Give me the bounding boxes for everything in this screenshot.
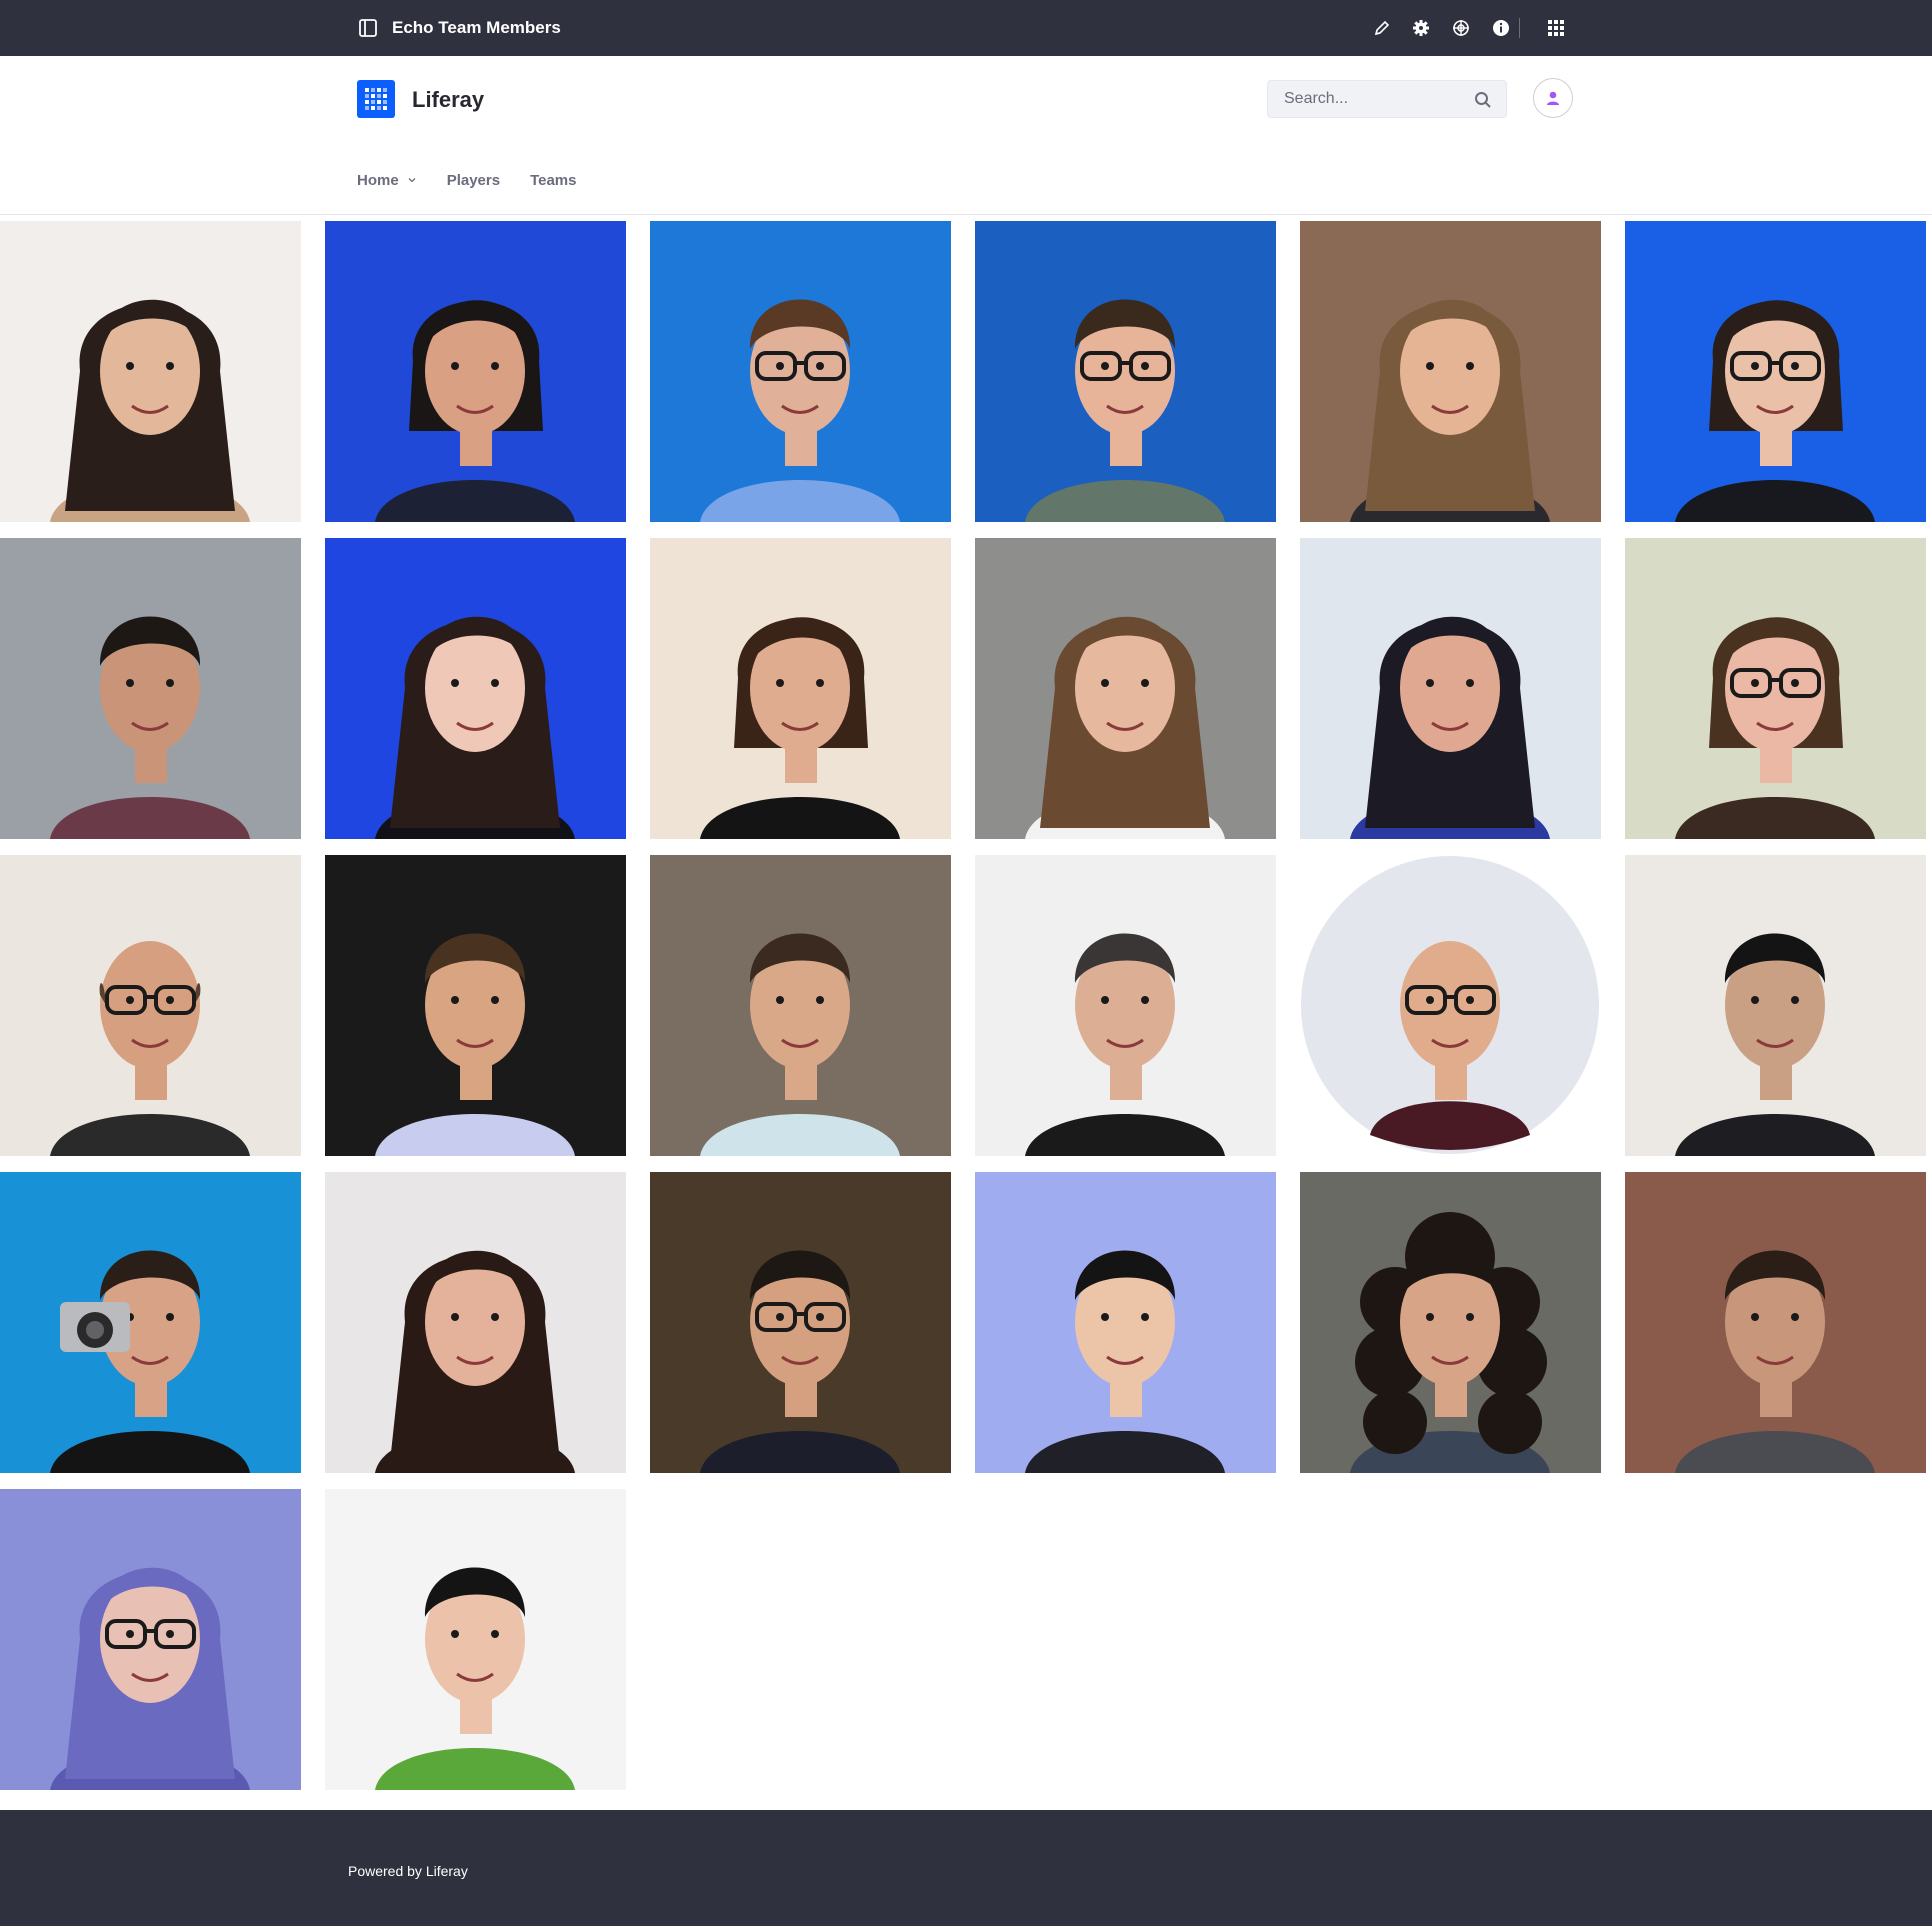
search-box — [1267, 80, 1507, 118]
portrait-image — [0, 855, 301, 1156]
member-photo[interactable] — [0, 538, 301, 839]
portrait-image — [975, 1172, 1276, 1473]
liferay-logo-icon[interactable] — [357, 80, 395, 118]
member-photo[interactable] — [1300, 221, 1601, 522]
apps-grid-icon[interactable] — [1544, 16, 1568, 40]
member-photo[interactable] — [975, 1172, 1276, 1473]
member-photo[interactable] — [1625, 1172, 1926, 1473]
nav-item-teams[interactable]: Teams — [530, 166, 576, 196]
member-photo[interactable] — [325, 1489, 626, 1790]
portrait-image — [325, 538, 626, 839]
member-photo[interactable] — [975, 221, 1276, 522]
member-photo[interactable] — [975, 855, 1276, 1156]
member-photo[interactable] — [650, 538, 951, 839]
portrait-image — [1625, 538, 1926, 839]
main-nav: Home Players Teams — [357, 166, 607, 196]
member-photo[interactable] — [325, 221, 626, 522]
member-photo[interactable] — [1625, 855, 1926, 1156]
portrait-image — [650, 1172, 951, 1473]
info-icon[interactable] — [1489, 16, 1513, 40]
portrait-image — [975, 855, 1276, 1156]
member-photo[interactable] — [650, 855, 951, 1156]
nav-item-players[interactable]: Players — [447, 166, 500, 196]
gear-icon[interactable] — [1409, 16, 1433, 40]
portrait-image — [975, 538, 1276, 839]
control-menu-divider — [1519, 18, 1520, 38]
member-photo[interactable] — [1625, 538, 1926, 839]
portrait-image — [650, 538, 951, 839]
nav-item-home[interactable]: Home — [357, 166, 417, 196]
member-photo[interactable] — [325, 538, 626, 839]
site-footer: Powered by Liferay — [0, 1810, 1932, 1926]
user-avatar[interactable] — [1533, 78, 1573, 118]
member-photo[interactable] — [650, 1172, 951, 1473]
portrait-image — [0, 1172, 301, 1473]
member-photo[interactable] — [0, 1172, 301, 1473]
nav-item-label: Players — [446, 172, 501, 189]
portrait-image — [1300, 221, 1601, 522]
search-icon[interactable] — [1474, 91, 1492, 109]
member-photo[interactable] — [0, 221, 301, 522]
member-photo[interactable] — [1625, 221, 1926, 522]
portrait-image — [0, 538, 301, 839]
pencil-icon[interactable] — [1370, 16, 1394, 40]
portrait-image — [1300, 538, 1601, 839]
portrait-image — [325, 1172, 626, 1473]
portrait-image — [0, 1489, 301, 1790]
portrait-image — [1625, 1172, 1926, 1473]
footer-text: Powered by Liferay — [348, 1863, 468, 1879]
member-photo[interactable] — [325, 855, 626, 1156]
portrait-image — [1300, 1172, 1601, 1473]
member-photo[interactable] — [0, 1489, 301, 1790]
portrait-image — [325, 221, 626, 522]
member-photo[interactable] — [1300, 538, 1601, 839]
page-title: Echo Team Members — [392, 18, 561, 37]
search-input[interactable] — [1268, 81, 1484, 117]
site-header: Liferay Home Players Teams — [0, 56, 1932, 215]
nav-item-label: Home — [357, 172, 399, 189]
portrait-image — [1625, 221, 1926, 522]
nav-item-label: Teams — [530, 172, 577, 189]
portrait-image — [1625, 855, 1926, 1156]
user-icon — [1547, 91, 1559, 105]
portrait-image — [650, 855, 951, 1156]
member-photo[interactable] — [1300, 1172, 1601, 1473]
chevron-down-icon — [407, 171, 417, 191]
control-menu: Echo Team Members — [0, 0, 1932, 56]
member-photo[interactable] — [975, 538, 1276, 839]
portrait-image — [650, 221, 951, 522]
portrait-image — [325, 855, 626, 1156]
portrait-image — [975, 221, 1276, 522]
portrait-image — [325, 1489, 626, 1790]
site-name[interactable]: Liferay — [412, 86, 484, 114]
member-photo[interactable] — [1300, 855, 1601, 1156]
member-photo[interactable] — [0, 855, 301, 1156]
member-photo[interactable] — [650, 221, 951, 522]
portrait-image — [0, 221, 301, 522]
simulation-icon[interactable] — [1449, 16, 1473, 40]
member-photo[interactable] — [325, 1172, 626, 1473]
sidebar-toggle-icon[interactable] — [358, 18, 378, 38]
portrait-image — [1300, 855, 1601, 1156]
